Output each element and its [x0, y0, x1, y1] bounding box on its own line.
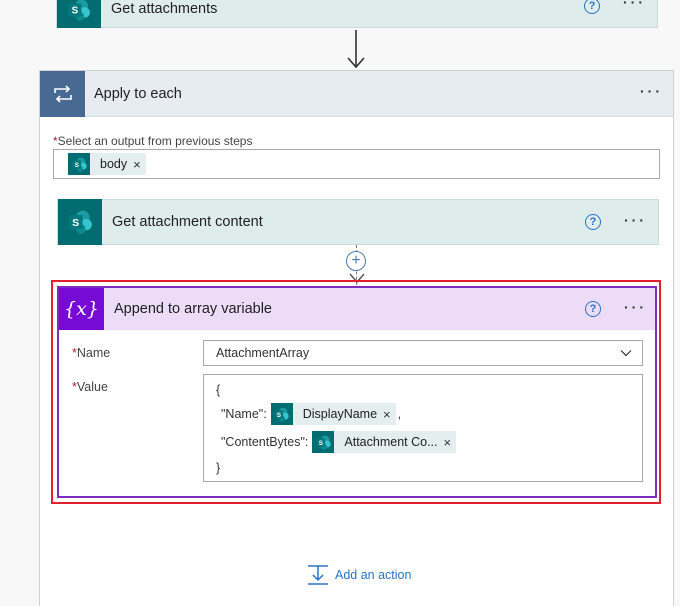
help-circle-icon[interactable]: ? [585, 214, 601, 230]
add-action-button[interactable]: Add an action [307, 565, 411, 585]
card-title: Get attachment content [112, 214, 263, 230]
help-circle-icon[interactable]: ? [585, 301, 601, 317]
name-key-text: "Name": [221, 407, 267, 421]
displayname-token[interactable]: DisplayName × [270, 403, 396, 425]
variable-icon: {x} [59, 288, 104, 330]
highlight-frame: {x} Append to array variable ? ··· *Name… [51, 280, 661, 504]
apply-to-each-container: Apply to each ··· *Select an output from… [39, 70, 674, 606]
more-dots-icon[interactable]: ··· [624, 212, 647, 228]
select-output-input[interactable]: body × [53, 149, 660, 179]
sharepoint-logo-icon [273, 406, 290, 423]
remove-token-icon[interactable]: × [444, 435, 457, 450]
sharepoint-tile [57, 0, 101, 28]
append-header[interactable]: {x} Append to array variable ? ··· [59, 288, 655, 330]
comma-text: , [397, 407, 402, 421]
add-action-label: Add an action [335, 568, 412, 582]
card-title: Get attachments [111, 0, 218, 17]
loop-tile [40, 70, 85, 117]
append-title: Append to array variable [114, 301, 272, 317]
insert-step-button[interactable]: + [346, 251, 366, 271]
chevron-down-icon[interactable] [620, 347, 632, 359]
sharepoint-tile [270, 403, 293, 425]
name-select[interactable]: AttachmentArray [203, 340, 643, 366]
value-label: *Value [72, 380, 108, 394]
attachment-content-token[interactable]: Attachment Co... × [312, 431, 457, 453]
loop-icon [53, 84, 72, 103]
sharepoint-logo-icon [315, 434, 332, 451]
name-select-value: AttachmentArray [216, 346, 310, 360]
value-label-text: Value [76, 380, 108, 394]
value-open-brace: { [216, 383, 220, 397]
sharepoint-logo-icon [71, 156, 88, 173]
add-action-icon [308, 565, 328, 585]
brace-text: { [216, 383, 221, 397]
more-dots-icon[interactable]: ··· [623, 0, 646, 10]
name-label: *Name [72, 346, 110, 360]
sharepoint-tile [68, 153, 90, 175]
append-to-array-card: {x} Append to array variable ? ··· *Name… [57, 286, 657, 498]
remove-token-icon[interactable]: × [133, 157, 146, 172]
apply-to-each-title: Apply to each [94, 85, 182, 102]
sharepoint-tile [312, 431, 335, 453]
sharepoint-logo-icon [66, 208, 94, 236]
value-name-line: "Name": DisplayName × , [221, 403, 401, 425]
value-close-brace: } [216, 461, 220, 475]
value-bytes-line: "ContentBytes": Attachment Co... × [221, 431, 457, 453]
help-circle-icon[interactable]: ? [584, 0, 600, 14]
contentbytes-key-text: "ContentBytes": [221, 435, 309, 449]
value-input[interactable]: { "Name": DisplayName × , "ContentBytes"… [203, 374, 643, 482]
sharepoint-logo-icon [66, 0, 92, 23]
brace-text: } [216, 461, 221, 475]
more-dots-icon[interactable]: ··· [640, 83, 663, 99]
more-dots-icon[interactable]: ··· [624, 299, 647, 315]
apply-to-each-header[interactable]: Apply to each ··· [40, 70, 673, 117]
name-label-text: Name [76, 346, 111, 360]
get-attachment-content-card[interactable]: Get attachment content ? ··· [57, 199, 659, 245]
select-output-label: *Select an output from previous steps [53, 134, 252, 148]
select-output-label-text: Select an output from previous steps [57, 134, 253, 148]
get-attachments-card[interactable]: Get attachments ? ··· [56, 0, 658, 28]
remove-token-icon[interactable]: × [383, 407, 396, 422]
arrow-down-icon [347, 30, 365, 69]
sharepoint-tile [58, 199, 102, 245]
token-label: body [100, 157, 128, 171]
token-label: DisplayName [302, 407, 378, 421]
token-label: Attachment Co... [344, 435, 438, 449]
body-token[interactable]: body × [68, 153, 146, 175]
